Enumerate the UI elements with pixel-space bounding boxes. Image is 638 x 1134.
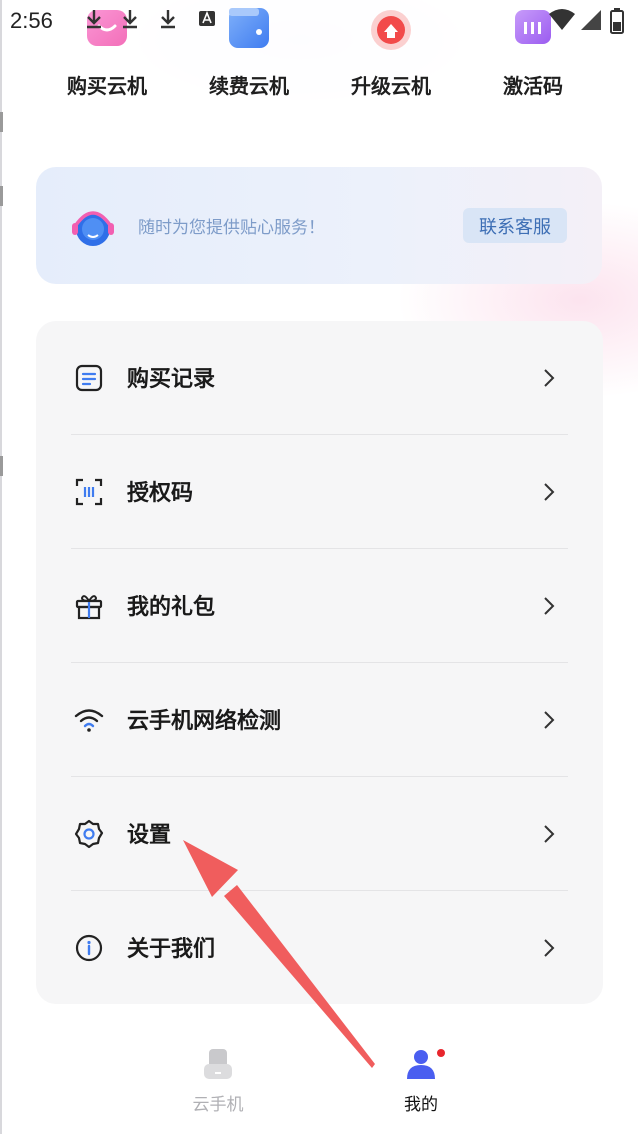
menu-item-label: 授权码 <box>127 481 194 506</box>
download-icon <box>161 10 175 29</box>
screen-edge <box>0 0 2 1134</box>
chevron-right-icon <box>544 711 555 729</box>
user-icon <box>407 1050 435 1079</box>
menu-item-label: 关于我们 <box>127 937 216 962</box>
gear-icon <box>74 819 104 849</box>
chevron-right-icon <box>544 825 555 843</box>
phone-icon <box>204 1049 232 1079</box>
battery-icon <box>610 8 624 34</box>
chevron-right-icon <box>544 939 555 957</box>
notification-badge <box>437 1049 445 1057</box>
tab-mine[interactable]: 我的 <box>341 1030 501 1120</box>
chevron-right-icon <box>544 369 555 387</box>
contact-support-button[interactable]: 联系客服 <box>463 208 567 243</box>
quick-action-label: 升级云机 <box>351 74 431 98</box>
document-list-icon <box>75 364 103 392</box>
info-icon <box>75 934 103 962</box>
quick-action-label: 购买云机 <box>67 74 147 98</box>
wifi-icon <box>74 709 104 732</box>
bottom-navigation: 云手机 我的 <box>0 1030 638 1134</box>
download-icon <box>87 10 101 29</box>
menu-item-purchase-records[interactable]: 购买记录 <box>36 321 603 435</box>
menu-item-label: 我的礼包 <box>127 595 216 620</box>
menu-item-label: 设置 <box>127 823 172 848</box>
wifi-signal-icon <box>549 9 575 30</box>
chevron-right-icon <box>544 483 555 501</box>
service-tagline: 随时为您提供贴心服务！ <box>138 218 325 238</box>
scan-code-icon <box>75 478 103 506</box>
quick-action-label: 续费云机 <box>209 74 289 98</box>
gift-icon <box>75 595 103 620</box>
settings-menu: 购买记录 授权码 我的礼包 云手机网络检测 设置 关于我们 <box>36 321 603 1004</box>
headset-icon <box>72 211 114 246</box>
tab-cloud-phone[interactable]: 云手机 <box>138 1030 298 1120</box>
tab-label: 云手机 <box>192 1095 244 1115</box>
menu-item-about-us[interactable]: 关于我们 <box>36 891 603 1005</box>
status-time: 2:56 <box>10 8 53 33</box>
menu-item-label: 云手机网络检测 <box>127 709 282 734</box>
customer-service-banner: 随时为您提供贴心服务！ 联系客服 <box>36 167 602 284</box>
menu-item-my-gifts[interactable]: 我的礼包 <box>36 549 603 663</box>
download-icon <box>123 10 137 29</box>
menu-item-label: 购买记录 <box>127 367 216 392</box>
tab-label: 我的 <box>404 1095 438 1115</box>
menu-item-network-check[interactable]: 云手机网络检测 <box>36 663 603 777</box>
quick-action-label: 激活码 <box>503 74 563 98</box>
font-icon <box>199 10 215 26</box>
menu-item-settings[interactable]: 设置 <box>36 777 603 891</box>
menu-item-authorization-code[interactable]: 授权码 <box>36 435 603 549</box>
status-bar: 2:56 <box>0 0 638 44</box>
chevron-right-icon <box>544 597 555 615</box>
cellular-signal-icon <box>581 10 601 30</box>
